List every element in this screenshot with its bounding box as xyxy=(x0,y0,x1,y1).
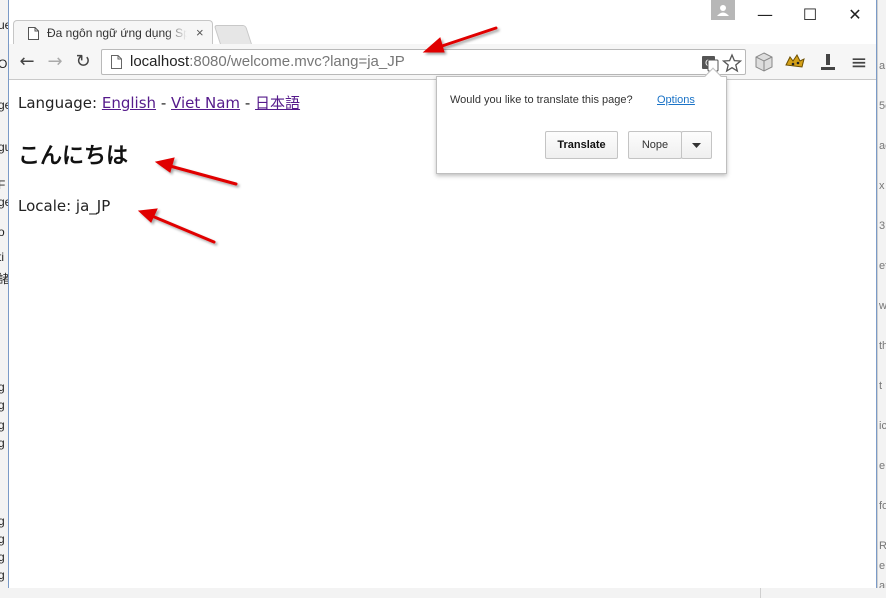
bg-text: R xyxy=(879,540,886,552)
minimize-button[interactable]: — xyxy=(745,2,785,28)
separator: - xyxy=(160,94,167,112)
page-icon xyxy=(111,55,122,69)
language-selector: Language: English - Viet Nam - 日本語 xyxy=(18,92,300,113)
title-bar: Đa ngôn ngữ ứng dụng Sp × — ☐ ✕ xyxy=(9,0,876,46)
greeting-heading: こんにちは xyxy=(18,144,129,169)
bg-text: w xyxy=(879,300,886,312)
url-text[interactable]: localhost:8080/welcome.mvc?lang=ja_JP xyxy=(130,53,405,70)
bg-text: ti xyxy=(0,250,4,264)
link-japanese[interactable]: 日本語 xyxy=(255,94,300,112)
bg-text: x xyxy=(879,180,885,192)
bg-text: e xyxy=(879,560,886,572)
options-link[interactable]: Options xyxy=(657,94,695,106)
reload-button[interactable]: ↻ xyxy=(71,50,95,74)
person-icon xyxy=(717,5,729,16)
tab-close-icon[interactable]: × xyxy=(196,25,204,40)
bg-text: t xyxy=(879,380,883,392)
bg-text: g xyxy=(0,532,5,546)
bg-text: g xyxy=(0,568,5,582)
bg-text: g xyxy=(0,380,5,394)
browser-window: Đa ngôn ngữ ứng dụng Sp × — ☐ ✕ ← → ↻ lo… xyxy=(8,0,877,588)
toolbar: ← → ↻ localhost:8080/welcome.mvc?lang=ja… xyxy=(9,44,876,80)
close-window-button[interactable]: ✕ xyxy=(835,2,875,28)
divider xyxy=(760,588,761,598)
bg-text: g xyxy=(0,398,5,412)
translate-button[interactable]: Translate xyxy=(545,131,618,159)
bg-text: et xyxy=(879,260,886,272)
extension-cube-icon[interactable] xyxy=(753,51,775,73)
nope-dropdown-button[interactable] xyxy=(681,131,712,159)
bg-text: o xyxy=(0,225,5,239)
bg-text: fo xyxy=(879,500,886,512)
bg-text: ic xyxy=(879,420,886,432)
link-viet-nam[interactable]: Viet Nam xyxy=(171,94,240,112)
bg-text: ac xyxy=(879,140,886,152)
bg-text: 5c xyxy=(879,100,886,112)
bg-text: g xyxy=(0,436,5,450)
link-english[interactable]: English xyxy=(102,94,156,112)
background-window-right: a 5c ac x 3 et w th t ic e fo R e ar xyxy=(877,0,886,598)
bg-text: g xyxy=(0,418,5,432)
dropdown-arrow-icon xyxy=(692,143,701,148)
separator: - xyxy=(244,94,251,112)
bg-text: 3 xyxy=(879,220,886,232)
back-button[interactable]: ← xyxy=(15,50,39,74)
maximize-button[interactable]: ☐ xyxy=(790,2,830,28)
language-label: Language: xyxy=(18,94,98,112)
tab-title: Đa ngôn ngữ ứng dụng Sp xyxy=(47,26,187,40)
download-extension-icon[interactable] xyxy=(817,51,839,73)
new-tab-button[interactable] xyxy=(213,25,253,45)
bookmark-star-icon[interactable] xyxy=(722,53,742,73)
browser-tab[interactable]: Đa ngôn ngữ ứng dụng Sp × xyxy=(13,20,213,46)
bg-text: g xyxy=(0,550,5,564)
url-host: localhost xyxy=(130,53,190,70)
address-bar[interactable]: localhost:8080/welcome.mvc?lang=ja_JP G xyxy=(101,49,746,75)
menu-icon[interactable]: ≡ xyxy=(847,50,871,74)
profile-button[interactable] xyxy=(711,0,735,20)
translate-question: Would you like to translate this page? xyxy=(450,94,633,106)
locale-text: Locale: ja_JP xyxy=(18,197,111,215)
bg-text: F xyxy=(0,178,6,192)
forward-button[interactable]: → xyxy=(43,50,67,74)
tomcat-extension-icon[interactable] xyxy=(784,51,806,73)
page-icon xyxy=(28,27,39,40)
bg-text: a xyxy=(879,60,886,72)
bg-text: g xyxy=(0,514,5,528)
nope-button[interactable]: Nope xyxy=(628,131,682,159)
translate-popup: Would you like to translate this page? O… xyxy=(436,76,727,174)
background-window-bottom xyxy=(0,588,886,598)
bg-text: th xyxy=(879,340,886,352)
bg-text: e xyxy=(879,460,886,472)
url-rest: :8080/welcome.mvc?lang=ja_JP xyxy=(189,53,405,70)
